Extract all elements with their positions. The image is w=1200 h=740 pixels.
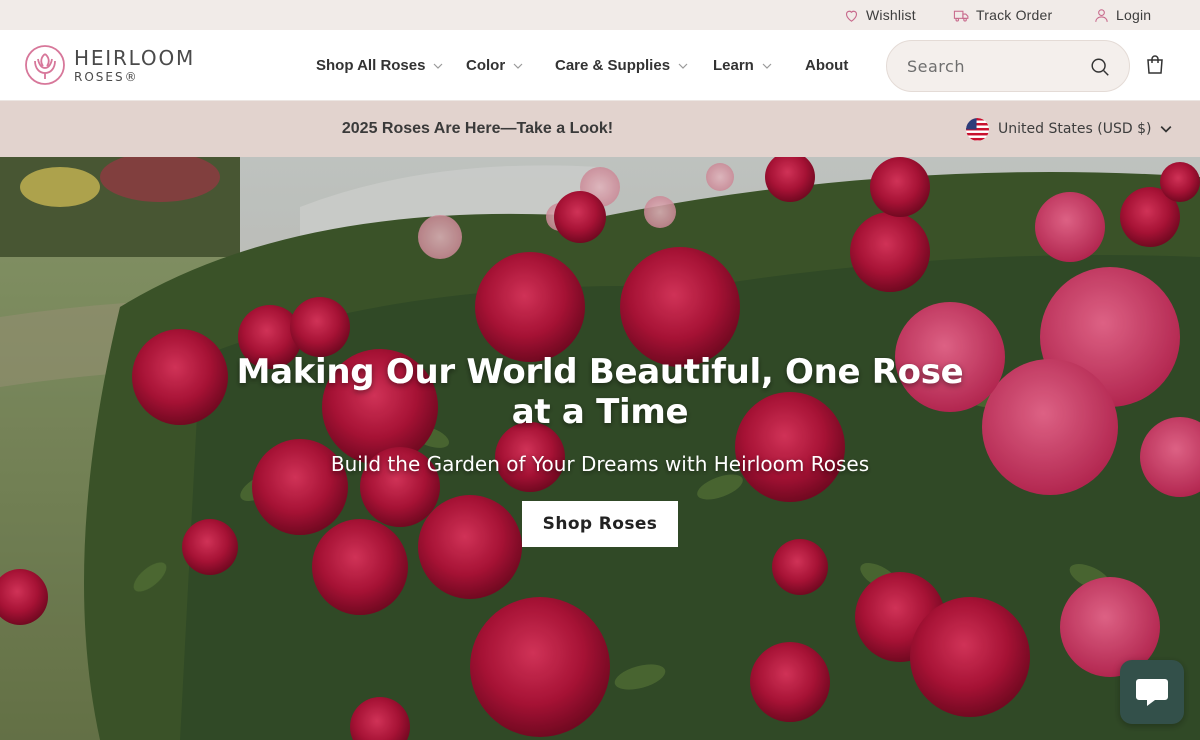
track-order-link[interactable]: Track Order	[953, 0, 1052, 30]
hero-title: Making Our World Beautiful, One Rose at …	[236, 352, 964, 432]
truck-icon	[953, 10, 969, 22]
brand-logo[interactable]: HEIRLOOM ROSES®	[24, 44, 195, 86]
hero-subtitle: Build the Garden of Your Dreams with Hei…	[330, 452, 870, 476]
announcement-bar: 2025 Roses Are Here—Take a Look! United …	[0, 101, 1200, 157]
announcement-link[interactable]: 2025 Roses Are Here—Take a Look!	[0, 101, 955, 157]
nav-about[interactable]: About	[805, 30, 848, 101]
country-selector[interactable]: United States (USD $)	[966, 101, 1172, 157]
chat-icon	[1136, 679, 1168, 706]
search-box	[886, 40, 1130, 92]
site-header: HEIRLOOM ROSES® Shop All Roses Color Car…	[0, 30, 1200, 101]
logo-text-heirloom: HEIRLOOM	[74, 45, 196, 70]
wishlist-label: Wishlist	[866, 7, 916, 23]
search-icon[interactable]	[1089, 56, 1111, 78]
nav-care-supplies[interactable]: Care & Supplies	[555, 30, 688, 101]
nav-label: Learn	[713, 57, 754, 74]
chevron-down-icon	[1161, 126, 1172, 133]
user-icon	[1095, 8, 1108, 22]
chevron-down-icon	[513, 63, 523, 69]
search-input[interactable]	[907, 56, 1077, 76]
nav-label: About	[805, 57, 849, 74]
heart-icon	[845, 10, 858, 22]
cart-icon[interactable]	[1143, 53, 1167, 77]
nav-label: Shop All Roses	[316, 57, 426, 74]
chevron-down-icon	[678, 63, 688, 69]
hero-banner: Making Our World Beautiful, One Rose at …	[0, 157, 1200, 740]
wishlist-link[interactable]: Wishlist	[843, 0, 916, 30]
login-label: Login	[1116, 7, 1152, 23]
hero-content: Making Our World Beautiful, One Rose at …	[200, 352, 1000, 547]
shop-roses-button[interactable]: Shop Roses	[521, 501, 679, 547]
track-order-label: Track Order	[976, 7, 1053, 23]
nav-label: Care & Supplies	[555, 57, 671, 74]
nav-label: Color	[466, 57, 506, 74]
nav-color[interactable]: Color	[466, 30, 523, 101]
chat-button[interactable]	[1120, 660, 1184, 724]
utility-bar: Wishlist Track Order Login	[0, 0, 1200, 30]
nav-learn[interactable]: Learn	[713, 30, 772, 101]
us-flag-icon	[966, 117, 989, 141]
nav-shop-all-roses[interactable]: Shop All Roses	[316, 30, 443, 101]
logo-text-roses: ROSES®	[74, 69, 139, 84]
rose-logo-icon	[25, 45, 65, 85]
chevron-down-icon	[762, 63, 772, 69]
login-link[interactable]: Login	[1093, 0, 1151, 30]
country-label: United States (USD $)	[998, 121, 1152, 137]
chevron-down-icon	[434, 63, 443, 69]
